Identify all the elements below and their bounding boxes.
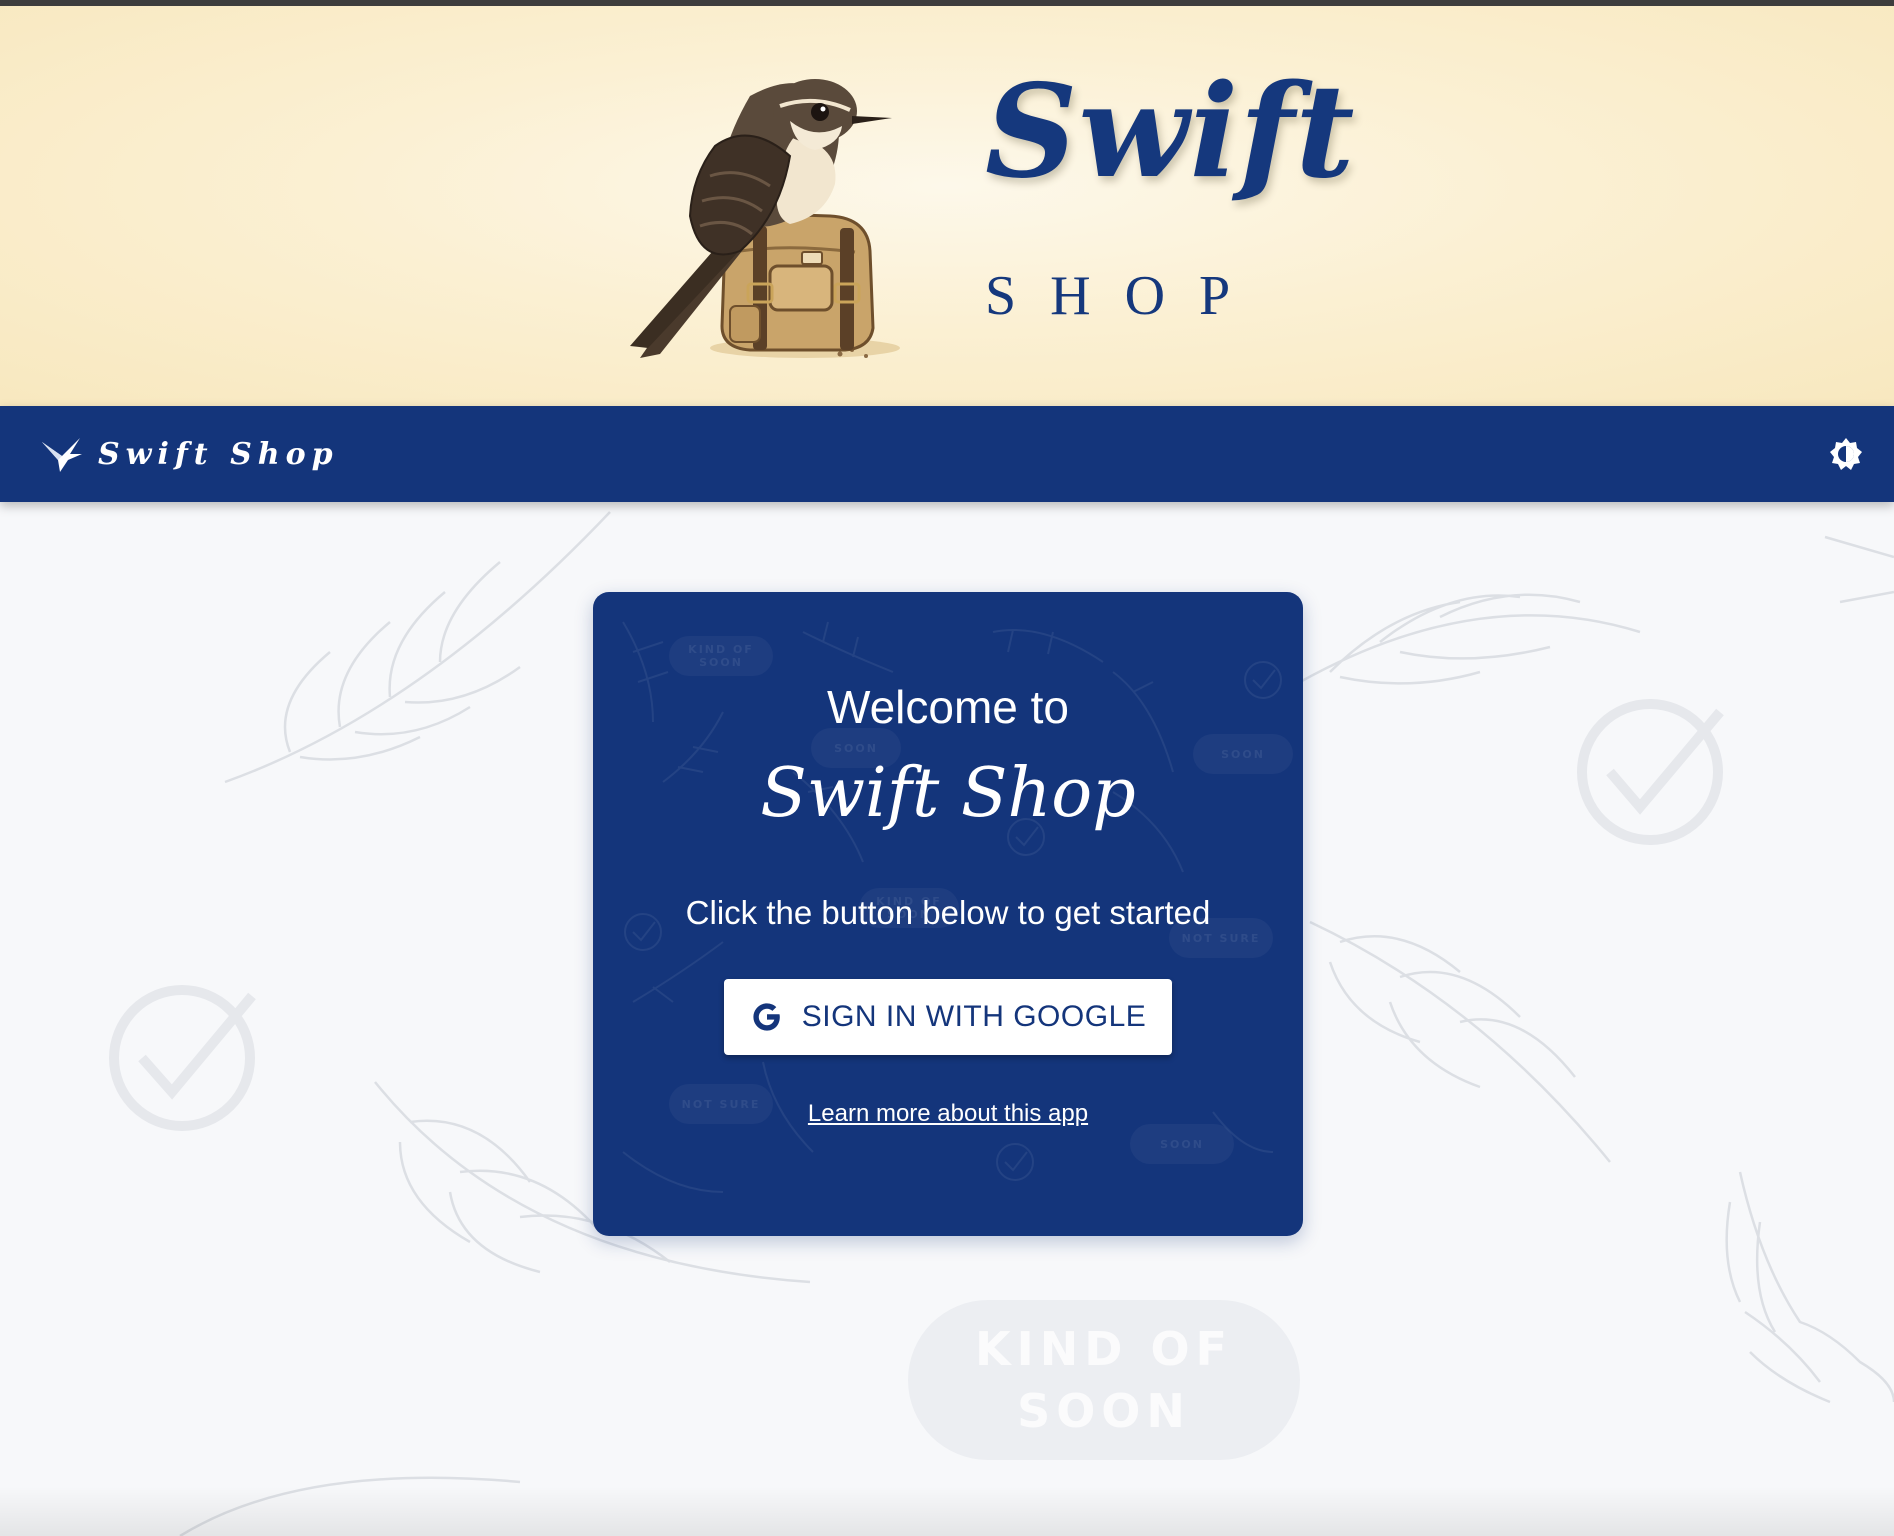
instructions-text: Click the button below to get started [685, 894, 1211, 931]
swift-bird-with-backpack-illustration [630, 79, 900, 358]
background-soon-badge: KIND OF SOON [908, 1300, 1300, 1460]
navbar-brand-link[interactable]: Swift Shop [40, 432, 339, 476]
hero-subtitle: SHOP [985, 265, 1265, 327]
theme-toggle-button[interactable] [1828, 436, 1864, 472]
swift-bird-icon [42, 438, 82, 472]
learn-more-link[interactable]: Learn more about this app [593, 1100, 1303, 1128]
sign-in-button-label: SIGN IN WITH GOOGLE [801, 1000, 1147, 1033]
brightness-icon [1830, 438, 1862, 470]
sign-in-with-google-button[interactable]: SIGN IN WITH GOOGLE [724, 979, 1172, 1055]
hero-banner: Swift SHOP [0, 6, 1894, 406]
welcome-heading: Welcome to [826, 681, 1070, 733]
google-icon [753, 1003, 780, 1031]
navbar-brand-name: Swift Shop [98, 436, 339, 472]
card-app-title: Swift Shop [760, 754, 1136, 833]
top-navbar: Swift Shop [0, 406, 1894, 502]
welcome-card: KIND OF SOON SOON SOON KIND OF SOON NOT … [593, 592, 1303, 1236]
bottom-shadow [0, 1486, 1894, 1536]
welcome-card-content: Welcome to Swift Shop Click the button b… [593, 592, 1303, 1236]
hero-title: Swift [985, 57, 1356, 207]
